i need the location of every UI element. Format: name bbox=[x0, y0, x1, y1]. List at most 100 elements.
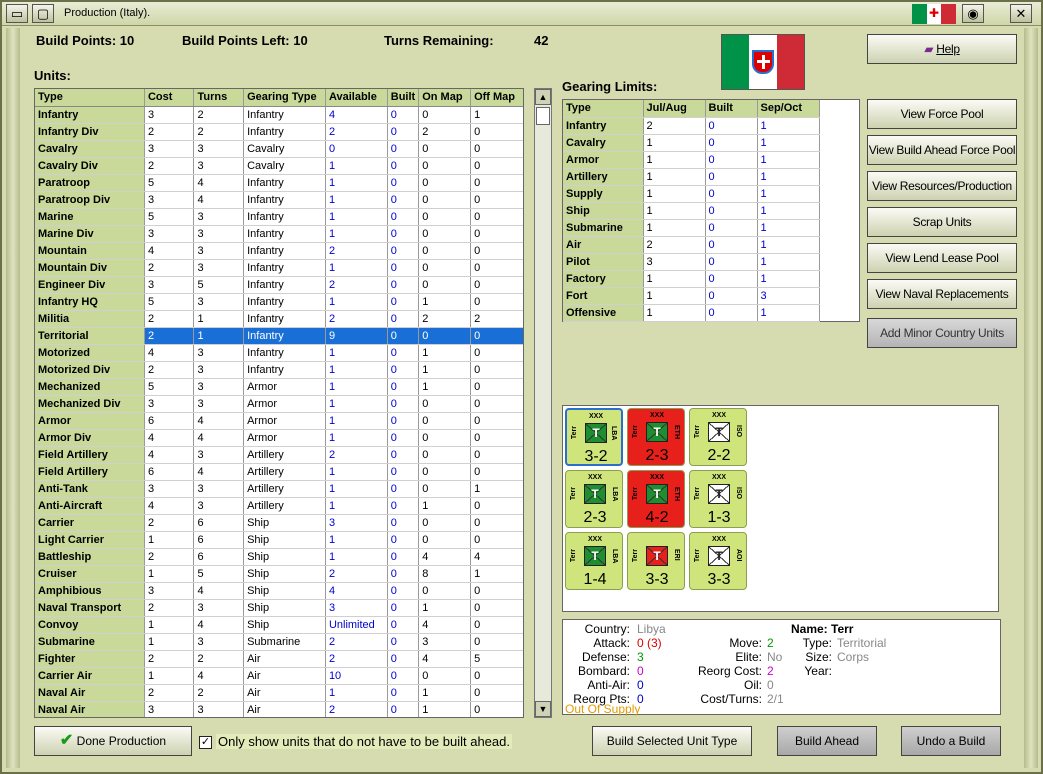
unit-counter[interactable]: XXX Terr LBA T 1-4 bbox=[565, 532, 623, 590]
table-row[interactable]: Convoy 1 4 Ship Unlimited 0 4 0 bbox=[35, 616, 523, 634]
table-row[interactable]: Mechanized Div 3 3 Armor 1 0 0 0 bbox=[35, 395, 523, 413]
units-table[interactable]: Type Cost Turns Gearing Type Available Built O… bbox=[34, 88, 524, 718]
gearing-col-header: Built bbox=[705, 100, 758, 118]
side-button-3[interactable]: Scrap Units bbox=[867, 207, 1017, 237]
table-row[interactable]: Cruiser 1 5 Ship 2 0 8 1 bbox=[35, 565, 523, 583]
table-cell: 0 bbox=[470, 684, 523, 702]
table-row[interactable]: Amphibious 3 4 Ship 4 0 0 0 bbox=[35, 582, 523, 600]
table-row[interactable]: Field Artillery 4 3 Artillery 2 0 0 0 bbox=[35, 446, 523, 464]
table-row[interactable]: Infantry Div 2 2 Infantry 2 0 2 0 bbox=[35, 123, 523, 141]
table-row[interactable]: Cavalry Div 2 3 Cavalry 1 0 0 0 bbox=[35, 157, 523, 175]
build-ahead-button[interactable]: Build Ahead bbox=[777, 726, 877, 756]
table-row[interactable]: Carrier 2 6 Ship 3 0 0 0 bbox=[35, 514, 523, 532]
table-cell: 2 bbox=[325, 446, 388, 464]
scroll-up-icon[interactable]: ▲ bbox=[535, 89, 551, 105]
production-window: ▭ ▢ Production (Italy). ✚ ◉ ✕ Build Poin… bbox=[0, 0, 1043, 774]
table-row[interactable]: Marine 5 3 Infantry 1 0 0 0 bbox=[35, 208, 523, 226]
system-menu-icon[interactable]: ▭ bbox=[6, 4, 28, 23]
close-icon[interactable]: ✕ bbox=[1010, 4, 1032, 23]
table-cell: Submarine bbox=[35, 633, 145, 651]
book-icon: ▰ bbox=[924, 42, 934, 56]
units-col-header[interactable]: Cost bbox=[144, 89, 195, 107]
table-cell: 0 bbox=[418, 157, 472, 175]
scroll-thumb[interactable] bbox=[536, 107, 550, 125]
table-cell: 3 bbox=[193, 293, 245, 311]
units-scrollbar[interactable]: ▲ ▼ bbox=[534, 88, 552, 718]
table-row[interactable]: Submarine 1 3 Submarine 2 0 3 0 bbox=[35, 633, 523, 651]
gearing-cell: 1 bbox=[643, 185, 706, 203]
unit-counters-panel[interactable]: XXX Terr LBA T 3-2 XXX Terr ETH T 2-3 XXX Terr ISO T 2… bbox=[562, 405, 999, 612]
help-button[interactable]: ▰ Help bbox=[867, 34, 1017, 64]
unit-counter[interactable]: XXX Terr LBA T 3-2 bbox=[565, 408, 623, 466]
table-row[interactable]: Armor Div 4 4 Armor 1 0 0 0 bbox=[35, 429, 523, 447]
unit-counter[interactable]: Terr ERI T 3-3 bbox=[627, 532, 685, 590]
title-bar[interactable]: ▭ ▢ Production (Italy). ✚ ◉ ✕ bbox=[2, 2, 1041, 26]
side-button-2[interactable]: View Resources/Production bbox=[867, 171, 1017, 201]
table-cell: Cavalry bbox=[243, 157, 326, 175]
table-row[interactable]: Territorial 2 1 Infantry 9 0 0 0 bbox=[35, 327, 523, 345]
side-button-6[interactable]: Add Minor Country Units bbox=[867, 318, 1017, 348]
table-row[interactable]: Infantry HQ 5 3 Infantry 1 0 1 0 bbox=[35, 293, 523, 311]
table-row[interactable]: Carrier Air 1 4 Air 10 0 0 0 bbox=[35, 667, 523, 685]
gearing-cell: 1 bbox=[643, 168, 706, 186]
table-cell: 0 bbox=[470, 599, 523, 617]
side-button-1[interactable]: View Build Ahead Force Pool bbox=[867, 135, 1017, 165]
table-row[interactable]: Light Carrier 1 6 Ship 1 0 0 0 bbox=[35, 531, 523, 549]
unit-counter[interactable]: XXX Terr ISO T 2-2 bbox=[689, 408, 747, 466]
table-row[interactable]: Engineer Div 3 5 Infantry 2 0 0 0 bbox=[35, 276, 523, 294]
table-cell: Infantry bbox=[243, 361, 326, 379]
only-show-checkbox[interactable]: ✓ bbox=[199, 736, 212, 749]
table-row[interactable]: Naval Air 3 3 Air 2 0 1 0 bbox=[35, 701, 523, 717]
unit-counter[interactable]: XXX Terr AOI T 3-3 bbox=[689, 532, 747, 590]
undo-build-button[interactable]: Undo a Build bbox=[901, 726, 1001, 756]
unit-counter[interactable]: XXX Terr LBA T 2-3 bbox=[565, 470, 623, 528]
units-col-header[interactable]: On Map bbox=[418, 89, 472, 107]
restore-icon[interactable]: ▢ bbox=[32, 4, 54, 23]
unit-counter[interactable]: XXX Terr ETH T 2-3 bbox=[627, 408, 685, 466]
table-row[interactable]: Armor 6 4 Armor 1 0 0 0 bbox=[35, 412, 523, 430]
side-button-5[interactable]: View Naval Replacements bbox=[867, 279, 1017, 309]
table-cell: 2 bbox=[144, 327, 195, 345]
table-row[interactable]: Anti-Aircraft 4 3 Artillery 1 0 1 0 bbox=[35, 497, 523, 515]
table-row[interactable]: Mountain 4 3 Infantry 2 0 0 0 bbox=[35, 242, 523, 260]
scroll-down-icon[interactable]: ▼ bbox=[535, 701, 551, 717]
pin-icon[interactable]: ◉ bbox=[962, 4, 984, 23]
table-cell: Infantry Div bbox=[35, 123, 145, 141]
table-row[interactable]: Militia 2 1 Infantry 2 0 2 2 bbox=[35, 310, 523, 328]
table-row[interactable]: Motorized Div 2 3 Infantry 1 0 1 0 bbox=[35, 361, 523, 379]
table-cell: 3 bbox=[144, 276, 195, 294]
units-col-header[interactable]: Type bbox=[35, 89, 145, 107]
table-cell: Artillery bbox=[243, 446, 326, 464]
gearing-cell: Factory bbox=[563, 270, 644, 288]
gearing-row: Infantry 2 0 1 bbox=[563, 117, 820, 135]
table-cell: 0 bbox=[387, 701, 420, 717]
table-row[interactable]: Anti-Tank 3 3 Artillery 1 0 0 1 bbox=[35, 480, 523, 498]
table-row[interactable]: Paratroop Div 3 4 Infantry 1 0 0 0 bbox=[35, 191, 523, 209]
units-col-header[interactable]: Built bbox=[387, 89, 420, 107]
units-col-header[interactable]: Off Map bbox=[470, 89, 523, 107]
table-row[interactable]: Paratroop 5 4 Infantry 1 0 0 0 bbox=[35, 174, 523, 192]
table-row[interactable]: Naval Transport 2 3 Ship 3 0 1 0 bbox=[35, 599, 523, 617]
done-production-button[interactable]: ✔ Done Production bbox=[34, 726, 192, 756]
units-col-header[interactable]: Turns bbox=[193, 89, 245, 107]
only-show-label[interactable]: Only show units that do not have to be b… bbox=[216, 734, 512, 749]
table-cell: 5 bbox=[144, 378, 195, 396]
table-row[interactable]: Fighter 2 2 Air 2 0 4 5 bbox=[35, 650, 523, 668]
unit-counter[interactable]: XXX Terr ETH T 4-2 bbox=[627, 470, 685, 528]
table-row[interactable]: Mountain Div 2 3 Infantry 1 0 0 0 bbox=[35, 259, 523, 277]
table-row[interactable]: Field Artillery 6 4 Artillery 1 0 0 0 bbox=[35, 463, 523, 481]
table-row[interactable]: Battleship 2 6 Ship 1 0 4 4 bbox=[35, 548, 523, 566]
table-cell: 2 bbox=[418, 123, 472, 141]
side-button-4[interactable]: View Lend Lease Pool bbox=[867, 243, 1017, 273]
units-col-header[interactable]: Available bbox=[325, 89, 388, 107]
table-row[interactable]: Naval Air 2 2 Air 1 0 1 0 bbox=[35, 684, 523, 702]
build-selected-button[interactable]: Build Selected Unit Type bbox=[592, 726, 752, 756]
table-row[interactable]: Mechanized 5 3 Armor 1 0 1 0 bbox=[35, 378, 523, 396]
unit-counter[interactable]: XXX Terr ISO T 1-3 bbox=[689, 470, 747, 528]
table-row[interactable]: Cavalry 3 3 Cavalry 0 0 0 0 bbox=[35, 140, 523, 158]
units-col-header[interactable]: Gearing Type bbox=[243, 89, 326, 107]
table-row[interactable]: Infantry 3 2 Infantry 4 0 0 1 bbox=[35, 106, 523, 124]
table-row[interactable]: Motorized 4 3 Infantry 1 0 1 0 bbox=[35, 344, 523, 362]
side-button-0[interactable]: View Force Pool bbox=[867, 99, 1017, 129]
table-row[interactable]: Marine Div 3 3 Infantry 1 0 0 0 bbox=[35, 225, 523, 243]
